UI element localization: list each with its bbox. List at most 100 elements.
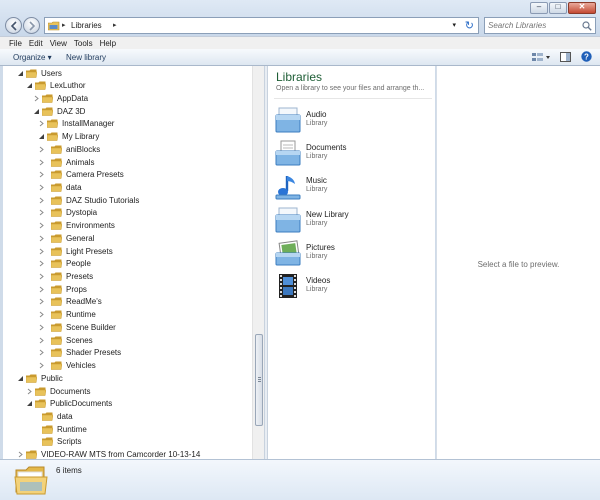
folder-icon <box>42 94 53 103</box>
collapsed-arrow-icon[interactable] <box>37 158 46 167</box>
collapsed-arrow-icon[interactable] <box>37 310 46 319</box>
tree-item[interactable]: General <box>37 232 94 244</box>
tree-item[interactable]: Scripts <box>32 436 81 448</box>
toolbar-right-icons: ? <box>532 51 592 62</box>
collapsed-arrow-icon[interactable] <box>37 297 46 306</box>
expanded-arrow-icon[interactable] <box>37 132 46 141</box>
breadcrumb-separator-icon[interactable]: ▸ <box>62 21 66 29</box>
collapsed-arrow-icon[interactable] <box>37 145 46 154</box>
menu-tools[interactable]: Tools <box>71 37 97 49</box>
address-bar[interactable]: ▸ Libraries ▸ ▾ ↻ <box>44 17 479 34</box>
collapsed-arrow-icon[interactable] <box>16 450 25 459</box>
tree-item[interactable]: data <box>37 181 82 193</box>
collapsed-arrow-icon[interactable] <box>37 234 46 243</box>
expanded-arrow-icon[interactable] <box>32 107 41 116</box>
collapsed-arrow-icon[interactable] <box>37 285 46 294</box>
menu-edit[interactable]: Edit <box>26 37 47 49</box>
change-view-icon[interactable] <box>532 52 550 62</box>
collapsed-arrow-icon[interactable] <box>37 221 46 230</box>
expanded-arrow-icon[interactable] <box>25 399 34 408</box>
tree-item-label: PublicDocuments <box>50 399 113 409</box>
tree-item[interactable]: PublicDocuments <box>25 398 112 410</box>
maximize-button[interactable]: □ <box>549 2 567 14</box>
preview-pane-icon[interactable] <box>560 51 571 62</box>
menu-file[interactable]: File <box>6 37 26 49</box>
collapsed-arrow-icon[interactable] <box>37 361 46 370</box>
tree-item[interactable]: My Library <box>37 131 99 143</box>
collapsed-arrow-icon[interactable] <box>25 387 34 396</box>
library-item-music[interactable]: Music Library <box>274 172 384 202</box>
tree-item[interactable]: Environments <box>37 220 115 232</box>
tree-item[interactable]: Shader Presets <box>37 347 121 359</box>
address-history-dropdown-icon[interactable]: ▾ <box>452 21 456 29</box>
tree-item[interactable]: Runtime <box>32 423 87 435</box>
tree-item[interactable]: Dystopia <box>37 207 97 219</box>
tree-item[interactable]: Scene Builder <box>37 321 116 333</box>
tree-item[interactable]: AppData <box>32 92 88 104</box>
refresh-icon[interactable]: ↻ <box>465 19 474 32</box>
collapsed-arrow-icon[interactable] <box>37 259 46 268</box>
collapsed-arrow-icon[interactable] <box>37 272 46 281</box>
library-item-documents[interactable]: Documents Library <box>274 139 384 169</box>
expanded-arrow-icon[interactable] <box>16 69 25 78</box>
scrollbar-thumb[interactable] <box>255 334 263 426</box>
close-button[interactable]: ✕ <box>568 2 596 14</box>
tree-item[interactable]: Documents <box>25 385 90 397</box>
collapsed-arrow-icon[interactable] <box>37 323 46 332</box>
tree-item[interactable]: Animals <box>37 156 94 168</box>
expanded-arrow-icon[interactable] <box>16 374 25 383</box>
tree-item[interactable]: Light Presets <box>37 245 113 257</box>
music-library-icon <box>275 176 301 200</box>
collapsed-arrow-icon[interactable] <box>37 196 46 205</box>
tree-item[interactable]: Props <box>37 283 87 295</box>
tree-item[interactable]: InstallManager <box>37 118 114 130</box>
organize-button[interactable]: Organize ▾ <box>13 53 52 62</box>
library-item-new-library[interactable]: New Library Library <box>274 206 384 236</box>
tree-item[interactable]: Runtime <box>37 309 96 321</box>
minimize-button[interactable]: – <box>530 2 548 14</box>
tree-item[interactable]: Presets <box>37 271 93 283</box>
tree-item[interactable]: ReadMe's <box>37 296 102 308</box>
tree-item[interactable]: DAZ 3D <box>32 105 85 117</box>
back-arrow-icon <box>10 21 17 31</box>
tree-item[interactable]: Scenes <box>37 334 93 346</box>
tree-item[interactable]: People <box>37 258 91 270</box>
back-button[interactable] <box>5 17 22 34</box>
collapsed-arrow-icon[interactable] <box>37 247 46 256</box>
item-count: 6 items <box>56 466 82 475</box>
library-item-videos[interactable]: Videos Library <box>274 272 384 302</box>
menu-help[interactable]: Help <box>97 37 120 49</box>
breadcrumb-chevron-icon[interactable]: ▸ <box>113 21 117 29</box>
tree-item[interactable]: data <box>32 410 73 422</box>
tree-item[interactable]: Camera Presets <box>37 169 124 181</box>
collapsed-arrow-icon[interactable] <box>37 183 46 192</box>
library-item-audio[interactable]: Audio Library <box>274 106 384 136</box>
tree-item[interactable]: aniBlocks <box>37 143 100 155</box>
tree-item[interactable]: Public <box>16 372 63 384</box>
tree-item[interactable]: DAZ Studio Tutorials <box>37 194 139 206</box>
collapsed-arrow-icon[interactable] <box>37 208 46 217</box>
library-item-pictures[interactable]: Pictures Library <box>274 239 384 269</box>
tree-item[interactable]: Users <box>16 67 62 79</box>
collapsed-arrow-icon[interactable] <box>37 336 46 345</box>
folder-icon <box>35 399 46 408</box>
tree-item[interactable]: LexLuthor <box>25 80 86 92</box>
menu-view[interactable]: View <box>47 37 71 49</box>
tree-item-label: Documents <box>50 386 91 396</box>
collapsed-arrow-icon[interactable] <box>37 170 46 179</box>
collapsed-arrow-icon[interactable] <box>37 348 46 357</box>
expanded-arrow-icon[interactable] <box>25 81 34 90</box>
collapsed-arrow-icon[interactable] <box>32 94 41 103</box>
new-library-button[interactable]: New library <box>66 53 106 62</box>
search-box[interactable] <box>484 17 596 34</box>
navigation-pane[interactable]: Users LexLuthor AppData DAZ 3D InstallManage… <box>3 66 252 459</box>
tree-item[interactable]: Vehicles <box>37 360 96 372</box>
search-icon[interactable] <box>582 21 592 31</box>
search-input[interactable] <box>488 21 578 30</box>
breadcrumb-libraries[interactable]: Libraries <box>71 21 102 30</box>
tree-item[interactable]: VIDEO-RAW MTS from Camcorder 10-13-14 <box>16 449 200 459</box>
navigation-scrollbar[interactable] <box>252 66 264 459</box>
help-icon[interactable]: ? <box>581 51 592 62</box>
forward-button[interactable] <box>23 17 40 34</box>
collapsed-arrow-icon[interactable] <box>37 119 46 128</box>
